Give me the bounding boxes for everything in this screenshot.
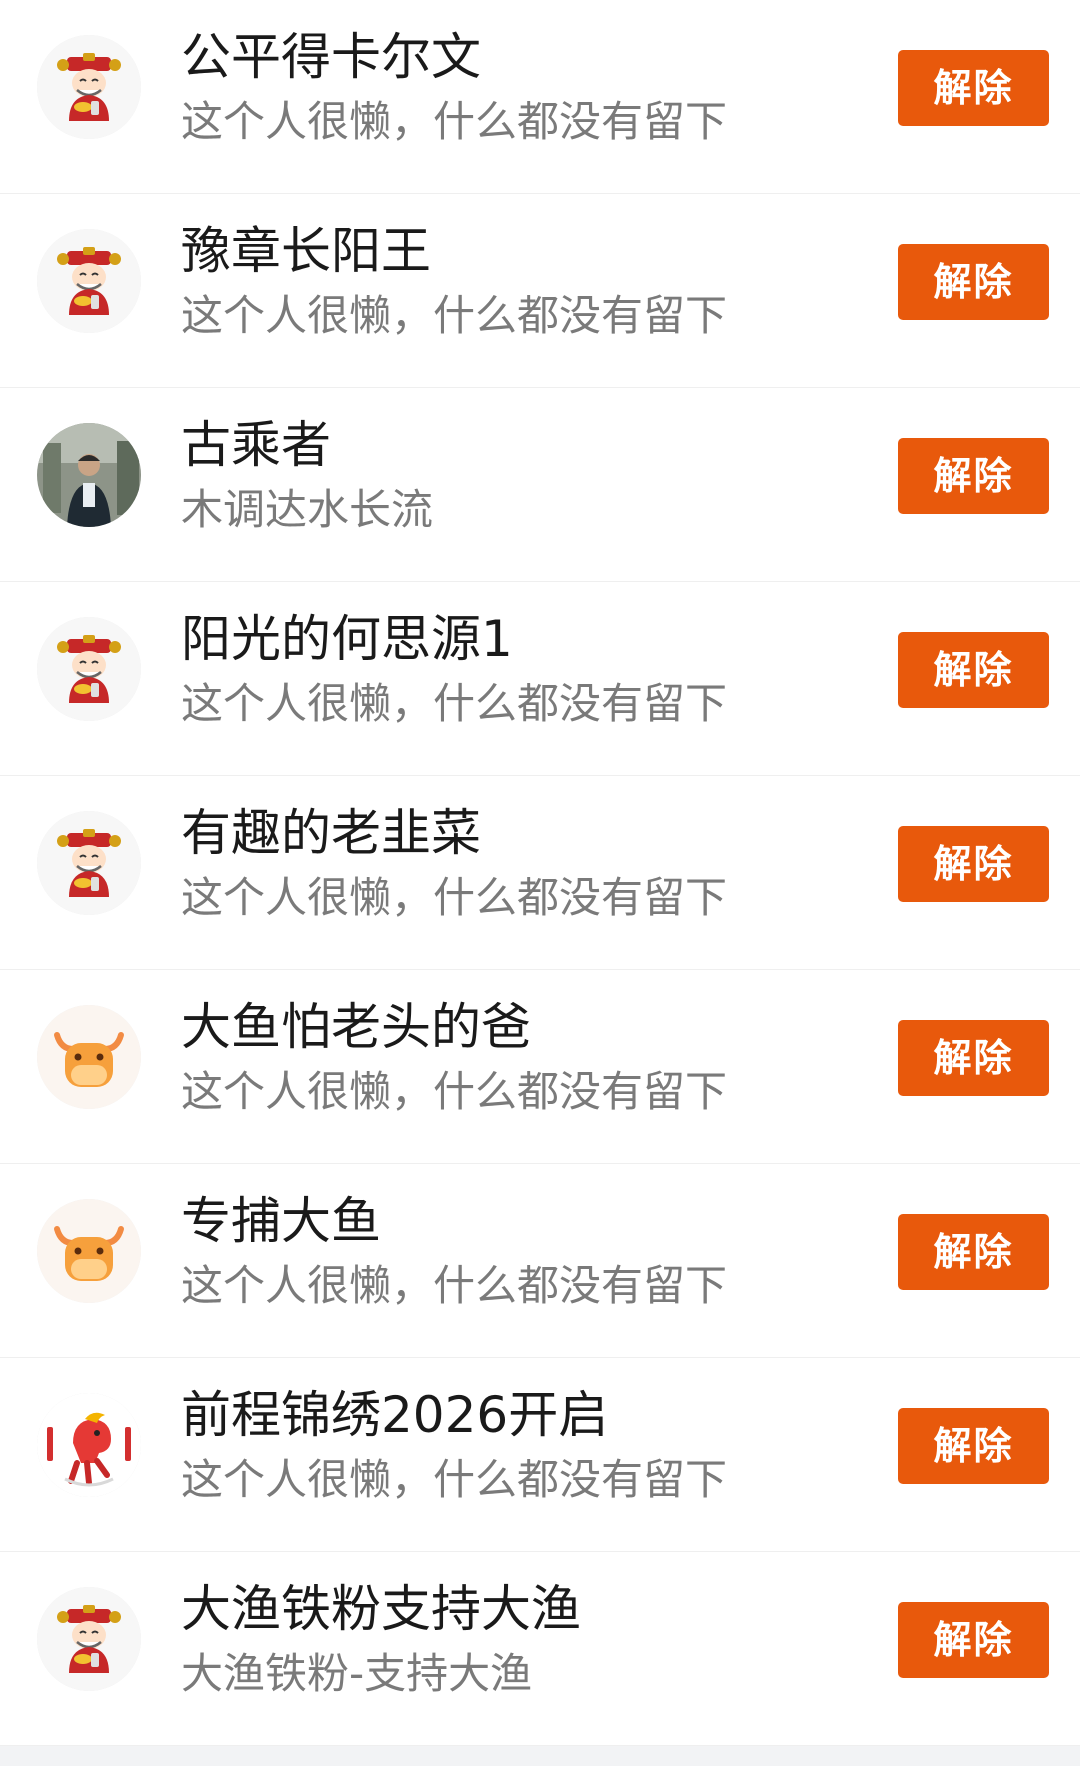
unblock-button[interactable]: 解除 bbox=[898, 632, 1049, 708]
user-bio: 这个人很懒，什么都没有留下 bbox=[181, 1455, 728, 1504]
unblock-button[interactable]: 解除 bbox=[898, 1602, 1049, 1678]
user-name: 古乘者 bbox=[181, 416, 331, 474]
user-bio: 大渔铁粉-支持大渔 bbox=[181, 1649, 533, 1698]
bull-avatar[interactable] bbox=[37, 1199, 141, 1303]
horse-avatar[interactable] bbox=[37, 1393, 141, 1497]
user-bio: 这个人很懒，什么都没有留下 bbox=[181, 873, 728, 922]
user-bio: 这个人很懒，什么都没有留下 bbox=[181, 1261, 728, 1310]
user-name: 专捕大鱼 bbox=[181, 1192, 381, 1250]
user-name: 豫章长阳王 bbox=[181, 222, 431, 280]
user-name: 大渔铁粉支持大渔 bbox=[181, 1580, 581, 1638]
blocked-users-list: 公平得卡尔文 这个人很懒，什么都没有留下 解除 豫章长阳王 这个人很懒，什么都没… bbox=[0, 0, 1080, 1766]
bull-avatar[interactable] bbox=[37, 1005, 141, 1109]
caishen-avatar[interactable] bbox=[37, 617, 141, 721]
photo-avatar[interactable] bbox=[37, 423, 141, 527]
user-name: 前程锦绣2026开启 bbox=[181, 1386, 609, 1444]
unblock-button[interactable]: 解除 bbox=[898, 50, 1049, 126]
unblock-button[interactable]: 解除 bbox=[898, 438, 1049, 514]
user-bio: 这个人很懒，什么都没有留下 bbox=[181, 679, 728, 728]
caishen-avatar[interactable] bbox=[37, 1587, 141, 1691]
list-item[interactable]: 阳光的何思源1 这个人很懒，什么都没有留下 解除 bbox=[0, 582, 1080, 776]
list-item[interactable]: 专捕大鱼 这个人很懒，什么都没有留下 解除 bbox=[0, 1164, 1080, 1358]
list-item[interactable]: 前程锦绣2026开启 这个人很懒，什么都没有留下 解除 bbox=[0, 1358, 1080, 1552]
unblock-button[interactable]: 解除 bbox=[898, 1020, 1049, 1096]
caishen-avatar[interactable] bbox=[37, 229, 141, 333]
user-name: 阳光的何思源1 bbox=[181, 610, 513, 668]
unblock-button[interactable]: 解除 bbox=[898, 826, 1049, 902]
list-item[interactable]: 大渔铁粉支持大渔 大渔铁粉-支持大渔 解除 bbox=[0, 1552, 1080, 1746]
user-bio: 这个人很懒，什么都没有留下 bbox=[181, 1067, 728, 1116]
user-name: 有趣的老韭菜 bbox=[181, 804, 481, 862]
user-bio: 木调达水长流 bbox=[181, 485, 434, 534]
list-item[interactable]: 大鱼怕老头的爸 这个人很懒，什么都没有留下 解除 bbox=[0, 970, 1080, 1164]
list-bottom-divider bbox=[0, 1746, 1080, 1766]
list-item[interactable]: 古乘者 木调达水长流 解除 bbox=[0, 388, 1080, 582]
list-item[interactable]: 豫章长阳王 这个人很懒，什么都没有留下 解除 bbox=[0, 194, 1080, 388]
user-name: 大鱼怕老头的爸 bbox=[181, 998, 531, 1056]
caishen-avatar[interactable] bbox=[37, 811, 141, 915]
user-bio: 这个人很懒，什么都没有留下 bbox=[181, 97, 728, 146]
list-item[interactable]: 有趣的老韭菜 这个人很懒，什么都没有留下 解除 bbox=[0, 776, 1080, 970]
unblock-button[interactable]: 解除 bbox=[898, 1214, 1049, 1290]
list-item[interactable]: 公平得卡尔文 这个人很懒，什么都没有留下 解除 bbox=[0, 0, 1080, 194]
user-name: 公平得卡尔文 bbox=[181, 28, 481, 86]
unblock-button[interactable]: 解除 bbox=[898, 1408, 1049, 1484]
caishen-avatar[interactable] bbox=[37, 35, 141, 139]
user-bio: 这个人很懒，什么都没有留下 bbox=[181, 291, 728, 340]
unblock-button[interactable]: 解除 bbox=[898, 244, 1049, 320]
